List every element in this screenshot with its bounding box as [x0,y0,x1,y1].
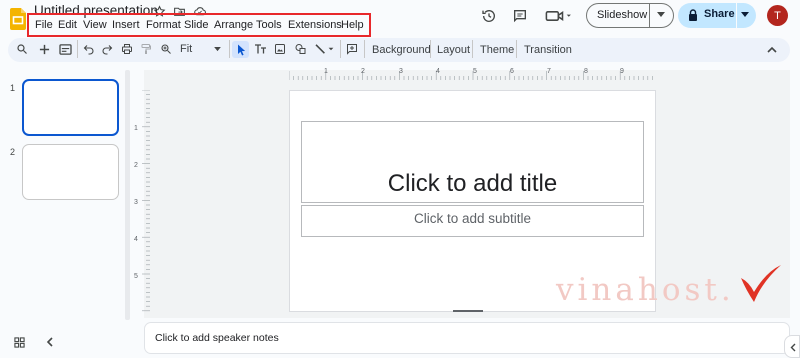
layout-button[interactable]: Layout [437,43,470,57]
ruler-label: 4 [134,236,138,243]
vertical-ruler[interactable] [140,90,150,312]
ruler-label: 1 [134,125,138,132]
zoom-value: Fit [180,43,193,55]
ruler-label: 4 [436,68,440,75]
toolbar-separator [364,40,365,58]
ruler-label: 3 [399,68,403,75]
grid-view-icon[interactable] [12,335,26,349]
insert-comment-icon[interactable] [345,42,359,56]
ruler-label: 6 [510,68,514,75]
menu-tools[interactable]: Tools [256,18,282,32]
speaker-notes-panel[interactable]: Click to add speaker notes [144,322,790,354]
menu-format[interactable]: Format [146,18,181,32]
search-menus-icon[interactable] [15,42,29,56]
layout-picker-icon[interactable] [57,42,73,56]
watermark-text: vinahost. [556,272,735,308]
toolbar-separator [516,40,517,58]
slide-thumbnail[interactable] [22,144,119,200]
ruler-label: 2 [134,162,138,169]
toolbar-separator [472,40,473,58]
menu-file[interactable]: File [35,18,53,32]
shape-icon[interactable] [293,42,308,56]
zoom-dropdown-icon [214,47,221,52]
avatar-letter: T [774,9,781,22]
slideshow-label: Slideshow [597,9,648,21]
ruler-label: 8 [584,68,588,75]
share-divider [736,3,737,28]
ruler-label: 5 [134,273,138,280]
title-placeholder-text: Click to add title [387,170,558,197]
background-button[interactable]: Background [372,43,431,57]
ruler-label: 2 [361,68,365,75]
hide-menus-icon[interactable] [766,43,778,55]
speaker-notes-placeholder: Click to add speaker notes [155,332,279,344]
zoom-select[interactable]: Fit [178,41,226,57]
share-button[interactable]: Share [678,3,756,28]
image-icon[interactable] [273,42,287,56]
app-logo[interactable] [10,8,26,30]
slideshow-dropdown-icon[interactable] [657,12,665,18]
ruler-label: 1 [324,68,328,75]
meet-video-icon[interactable] [544,7,574,25]
menu-view[interactable]: View [83,18,107,32]
vinahost-watermark: vinahost. [556,262,786,310]
zoom-icon[interactable] [159,42,173,56]
account-avatar[interactable]: T [767,5,788,26]
comments-icon[interactable] [511,7,529,25]
redo-icon[interactable] [100,42,114,56]
subtitle-placeholder[interactable]: Click to add subtitle [301,205,644,237]
text-box-icon[interactable] [253,42,267,56]
menu-extensions[interactable]: Extensions [288,18,342,32]
transition-button[interactable]: Transition [524,43,572,57]
share-dropdown-icon[interactable] [741,12,749,18]
menu-arrange[interactable]: Arrange [214,18,253,32]
toolbar-separator [77,40,78,58]
paint-format-icon[interactable] [139,42,153,56]
slideshow-divider [649,4,650,27]
theme-button[interactable]: Theme [480,43,514,57]
ruler-label: 3 [134,199,138,206]
slide-number: 1 [10,83,16,93]
line-tool-icon[interactable] [314,42,336,56]
select-tool-button[interactable] [232,41,249,58]
lock-icon [688,9,698,21]
toolbar-separator [340,40,341,58]
ruler-label: 9 [620,68,624,75]
ruler-label: 5 [473,68,477,75]
print-icon[interactable] [120,42,134,56]
menu-edit[interactable]: Edit [58,18,77,32]
slide-thumbnail[interactable] [22,79,119,136]
menu-insert[interactable]: Insert [112,18,140,32]
slide-number: 2 [10,147,16,157]
version-history-icon[interactable] [480,7,498,25]
slideshow-button[interactable]: Slideshow [586,3,674,28]
toolbar-separator [229,40,230,58]
filmstrip-scrollbar[interactable] [125,70,130,320]
new-slide-icon[interactable] [37,42,51,56]
notes-resize-handle[interactable] [453,310,483,312]
menu-help[interactable]: Help [341,18,364,32]
subtitle-placeholder-text: Click to add subtitle [413,211,532,226]
title-placeholder[interactable]: Click to add title [301,121,644,203]
checkmark-logo-icon [741,265,781,302]
ruler-label: 7 [547,68,551,75]
collapse-filmstrip-icon[interactable] [43,335,55,349]
share-label: Share [704,8,735,20]
chevron-left-icon [790,343,796,352]
undo-icon[interactable] [82,42,96,56]
side-panel-toggle-button[interactable] [784,335,800,358]
menu-slide[interactable]: Slide [184,18,208,32]
toolbar-separator [430,40,431,58]
